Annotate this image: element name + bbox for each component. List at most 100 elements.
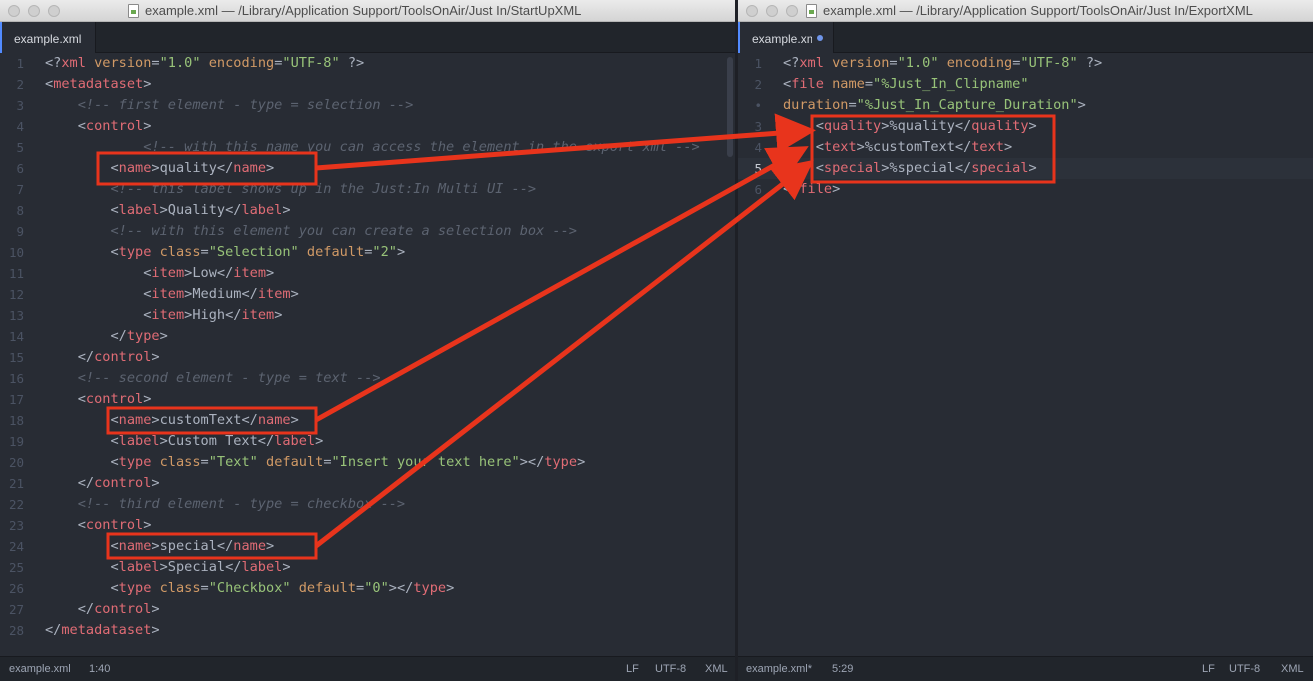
right-tab-example-xml[interactable]: example.xml [738,22,834,53]
line-number[interactable]: 12 [0,284,28,305]
code-line[interactable]: 1 <?xml version="1.0" encoding="UTF-8" ?> [738,53,1313,74]
close-window-button[interactable] [8,5,20,17]
code-line[interactable]: 28 </metadataset> [0,620,735,641]
code-line[interactable]: 17 <control> [0,389,735,410]
code-line[interactable]: 9 <!-- with this element you can create … [0,221,735,242]
code-line[interactable]: 2 <metadataset> [0,74,735,95]
line-number[interactable]: 15 [0,347,28,368]
code-line[interactable]: 8 <label>Quality</label> [0,200,735,221]
code-line[interactable]: 25 <label>Special</label> [0,557,735,578]
code-line[interactable]: 2 <file name="%Just_In_Clipname" [738,74,1313,95]
line-number[interactable]: 16 [0,368,28,389]
line-number[interactable]: 25 [0,557,28,578]
code-line[interactable]: 6 </file> [738,179,1313,200]
line-number[interactable]: 19 [0,431,28,452]
status-encoding[interactable]: UTF-8 [1229,663,1260,675]
status-cursor-position[interactable]: 5:29 [832,663,853,675]
left-tab-example-xml[interactable]: example.xml [0,22,96,53]
code-line[interactable]: 27 </control> [0,599,735,620]
line-number[interactable]: 21 [0,473,28,494]
line-number[interactable]: 6 [738,179,766,200]
code-line[interactable]: 21 </control> [0,473,735,494]
right-code-editor[interactable]: 1 <?xml version="1.0" encoding="UTF-8" ?>… [738,53,1313,656]
code-line[interactable]: 15 </control> [0,347,735,368]
line-number[interactable]: 28 [0,620,28,641]
code-line[interactable]: 10 <type class="Selection" default="2"> [0,242,735,263]
status-grammar[interactable]: XML [705,663,728,675]
line-number[interactable]: 20 [0,452,28,473]
code-line[interactable]: 14 </type> [0,326,735,347]
code-line[interactable]: 7 <!-- this label shows up in the Just:I… [0,179,735,200]
line-number[interactable]: 18 [0,410,28,431]
line-number[interactable]: 2 [738,74,766,95]
line-number[interactable]: 14 [0,326,28,347]
code-line[interactable]: 3 <quality>%quality</quality> [738,116,1313,137]
status-file-name[interactable]: example.xml [9,663,71,675]
code-text: <!-- with this name you can access the e… [45,137,700,158]
code-line[interactable]: • duration="%Just_In_Capture_Duration"> [738,95,1313,116]
code-line[interactable]: 4 <control> [0,116,735,137]
right-title-bar[interactable]: example.xml — /Library/Application Suppo… [738,0,1313,22]
code-line[interactable]: 26 <type class="Checkbox" default="0"></… [0,578,735,599]
code-token: >Low</ [184,265,234,281]
status-file-name[interactable]: example.xml* [746,663,812,675]
code-line[interactable]: 22 <!-- third element - type = checkbox … [0,494,735,515]
line-number[interactable]: 3 [0,95,28,116]
code-token: = [323,454,332,470]
status-grammar[interactable]: XML [1281,663,1304,675]
zoom-window-button[interactable] [786,5,798,17]
code-line[interactable]: 5 <special>%special</special> [738,158,1313,179]
line-number[interactable]: 5 [0,137,28,158]
line-number[interactable]: 10 [0,242,28,263]
close-window-button[interactable] [746,5,758,17]
line-number[interactable]: 1 [738,53,766,74]
line-number[interactable]: 11 [0,263,28,284]
code-line[interactable]: 1 <?xml version="1.0" encoding="UTF-8" ?> [0,53,735,74]
line-number[interactable]: 7 [0,179,28,200]
line-number[interactable]: 23 [0,515,28,536]
code-line[interactable]: 12 <item>Medium</item> [0,284,735,305]
code-line[interactable]: 23 <control> [0,515,735,536]
line-number[interactable]: 6 [0,158,28,179]
line-number[interactable]: 4 [0,116,28,137]
code-line[interactable]: 16 <!-- second element - type = text --> [0,368,735,389]
status-line-ending[interactable]: LF [626,663,639,675]
status-line-ending[interactable]: LF [1202,663,1215,675]
line-number[interactable]: 5 [738,158,766,179]
line-number[interactable]: • [738,95,766,116]
line-number[interactable]: 27 [0,599,28,620]
status-cursor-position[interactable]: 1:40 [89,663,110,675]
code-line[interactable]: 19 <label>Custom Text</label> [0,431,735,452]
line-number[interactable]: 2 [0,74,28,95]
line-number[interactable]: 17 [0,389,28,410]
line-number[interactable]: 1 [0,53,28,74]
code-line[interactable]: 5 <!-- with this name you can access the… [0,137,735,158]
status-encoding[interactable]: UTF-8 [655,663,686,675]
line-number[interactable]: 8 [0,200,28,221]
line-number[interactable]: 4 [738,137,766,158]
line-number[interactable]: 13 [0,305,28,326]
line-number[interactable]: 26 [0,578,28,599]
line-number[interactable]: 3 [738,116,766,137]
code-line[interactable]: 6 <name>quality</name> [0,158,735,179]
code-line[interactable]: 20 <type class="Text" default="Insert yo… [0,452,735,473]
line-number[interactable]: 22 [0,494,28,515]
left-status-bar: example.xml 1:40 LF UTF-8 XML [0,656,735,681]
code-line[interactable]: 4 <text>%customText</text> [738,137,1313,158]
minimize-window-button[interactable] [28,5,40,17]
code-line[interactable]: 13 <item>High</item> [0,305,735,326]
code-line[interactable]: 18 <name>customText</name> [0,410,735,431]
code-line[interactable]: 3 <!-- first element - type = selection … [0,95,735,116]
line-number[interactable]: 9 [0,221,28,242]
line-number[interactable]: 24 [0,536,28,557]
left-scroll-thumb[interactable] [727,57,733,157]
minimize-window-button[interactable] [766,5,778,17]
code-text: <item>Medium</item> [45,284,299,305]
code-line[interactable]: 24 <name>special</name> [0,536,735,557]
left-title-bar[interactable]: example.xml — /Library/Application Suppo… [0,0,735,22]
left-code-editor[interactable]: 1 <?xml version="1.0" encoding="UTF-8" ?>… [0,53,735,656]
code-token: >High</ [184,307,242,323]
left-scrollbar[interactable] [725,53,735,656]
code-line[interactable]: 11 <item>Low</item> [0,263,735,284]
zoom-window-button[interactable] [48,5,60,17]
